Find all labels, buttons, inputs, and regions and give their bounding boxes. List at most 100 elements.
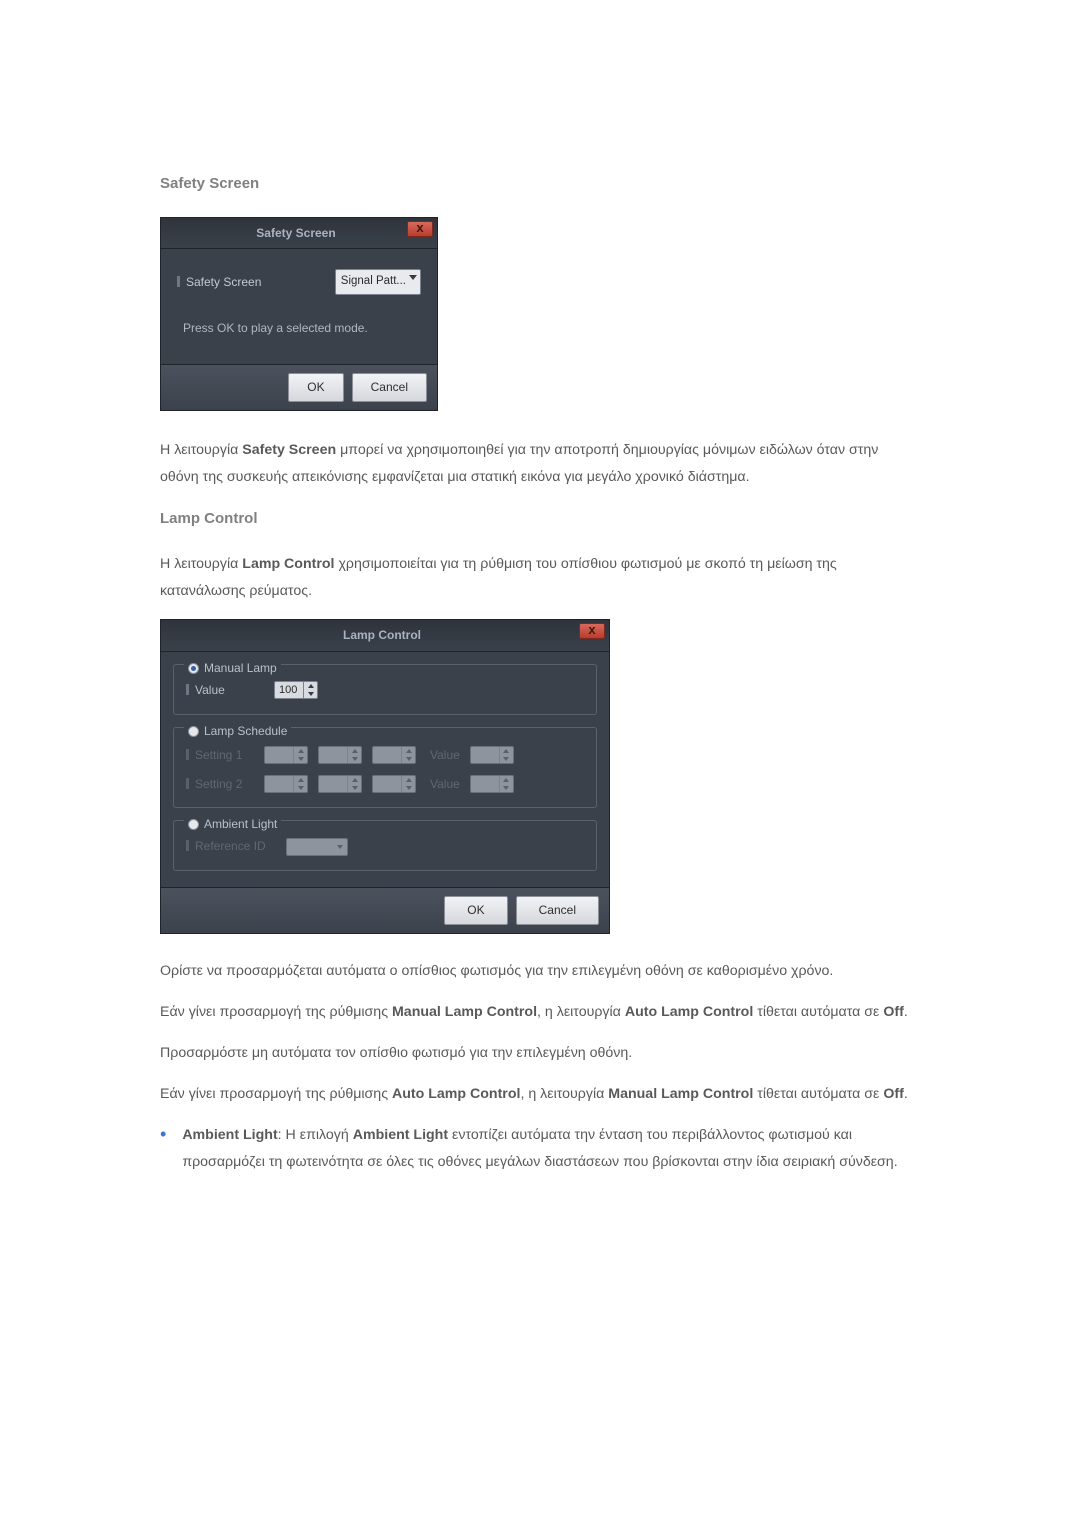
cancel-button[interactable]: Cancel: [352, 373, 427, 402]
safety-paragraph: Η λειτουργία Safety Screen μπορεί να χρη…: [160, 437, 920, 491]
group-title-text: Lamp Schedule: [204, 720, 287, 743]
manual-value-row: Value 100: [186, 679, 584, 702]
reference-id-combo: [286, 838, 348, 856]
value-label: Value: [430, 773, 460, 796]
setting2-hour-spinner: [264, 775, 308, 793]
dialog-body: Safety Screen Signal Patt... Press OK to…: [161, 249, 437, 364]
safety-screen-row: Safety Screen Signal Patt...: [177, 269, 421, 295]
text-bold: Ambient Light: [353, 1127, 448, 1143]
safety-screen-dialog: Safety Screen x Safety Screen Signal Pat…: [160, 217, 438, 411]
manual-lamp-group: Manual Lamp Value 100: [173, 664, 597, 715]
lamp-schedule-group-title: Lamp Schedule: [184, 720, 291, 743]
chevron-down-icon[interactable]: [304, 690, 317, 698]
setting1-hour-spinner: [264, 746, 308, 764]
chevron-up-icon: [402, 776, 415, 784]
value-label: Value: [430, 744, 460, 767]
lamp-control-dialog: Lamp Control x Manual Lamp Value 100 Lam…: [160, 619, 610, 934]
setting2-row: Setting 2 Value: [186, 773, 584, 796]
text-bold: Auto Lamp Control: [625, 1004, 753, 1020]
manual-lamp-radio[interactable]: [188, 663, 199, 674]
chevron-up-icon: [294, 776, 307, 784]
list-item: • Ambient Light: Η επιλογή Ambient Light…: [160, 1122, 920, 1176]
chevron-up-icon: [348, 747, 361, 755]
ambient-light-group-title: Ambient Light: [184, 813, 281, 836]
text: Εάν γίνει προσαρμογή της ρύθμισης: [160, 1004, 392, 1020]
text: , η λειτουργία: [520, 1086, 608, 1102]
safety-hint-text: Press OK to play a selected mode.: [177, 317, 421, 340]
reference-id-row: Reference ID: [186, 835, 584, 858]
manual-lamp-group-title: Manual Lamp: [184, 657, 281, 680]
close-icon[interactable]: x: [579, 623, 605, 639]
manual-value-spinner[interactable]: 100: [274, 681, 318, 699]
field-marker-icon: [186, 840, 189, 851]
field-marker-icon: [186, 749, 189, 760]
setting2-value-spinner: [470, 775, 514, 793]
text-bold: Manual Lamp Control: [608, 1086, 753, 1102]
group-title-text: Ambient Light: [204, 813, 277, 836]
safety-field-label-text: Safety Screen: [186, 275, 261, 289]
ambient-light-radio[interactable]: [188, 819, 199, 830]
safety-screen-field-label: Safety Screen: [177, 271, 261, 294]
label-text: Reference ID: [195, 839, 266, 853]
chevron-down-icon: [409, 275, 417, 280]
close-icon[interactable]: x: [407, 221, 433, 237]
dialog-footer: OK Cancel: [161, 887, 609, 933]
setting2-label: Setting 2: [186, 773, 254, 796]
chevron-down-icon: [500, 755, 513, 763]
manual-value-label: Value: [186, 679, 266, 702]
bullet-list: • Ambient Light: Η επιλογή Ambient Light…: [160, 1122, 920, 1176]
text-bold: Manual Lamp Control: [392, 1004, 537, 1020]
list-item-text: Ambient Light: Η επιλογή Ambient Light ε…: [182, 1122, 920, 1176]
setting1-row: Setting 1 Value: [186, 744, 584, 767]
chevron-down-icon: [402, 755, 415, 763]
label-text: Setting 2: [195, 777, 242, 791]
dialog-title-text: Safety Screen: [256, 222, 335, 245]
setting1-label: Setting 1: [186, 744, 254, 767]
ok-button[interactable]: OK: [444, 896, 507, 925]
label-text: Value: [195, 683, 225, 697]
chevron-down-icon: [348, 784, 361, 792]
text-bold: Lamp Control: [242, 556, 334, 572]
text: τίθεται αυτόματα σε: [753, 1086, 883, 1102]
lamp-schedule-group: Lamp Schedule Setting 1 Value Setting 2 …: [173, 727, 597, 809]
ambient-light-group: Ambient Light Reference ID: [173, 820, 597, 871]
safety-screen-combo[interactable]: Signal Patt...: [335, 269, 421, 295]
spinner-value: 100: [279, 680, 297, 701]
text: Εάν γίνει προσαρμογή της ρύθμισης: [160, 1086, 392, 1102]
field-marker-icon: [186, 778, 189, 789]
chevron-up-icon: [294, 747, 307, 755]
setting1-ampm-spinner: [372, 746, 416, 764]
combo-value: Signal Patt...: [341, 271, 406, 293]
spinner-arrows[interactable]: [303, 682, 317, 698]
dialog-titlebar: Safety Screen x: [161, 218, 437, 250]
text: : Η επιλογή: [278, 1127, 353, 1143]
field-marker-icon: [177, 276, 180, 287]
ok-button[interactable]: OK: [288, 373, 343, 402]
dialog-titlebar: Lamp Control x: [161, 620, 609, 652]
lamp-para3: Προσαρμόστε μη αυτόματα τον οπίσθιο φωτι…: [160, 1040, 920, 1067]
bullet-icon: •: [160, 1122, 166, 1176]
text: τίθεται αυτόματα σε: [753, 1004, 883, 1020]
lamp-control-heading: Lamp Control: [160, 505, 920, 534]
chevron-down-icon: [348, 755, 361, 763]
text: .: [904, 1004, 908, 1020]
lamp-schedule-radio[interactable]: [188, 726, 199, 737]
text: Η λειτουργία: [160, 442, 242, 458]
chevron-down-icon: [294, 784, 307, 792]
safety-screen-heading: Safety Screen: [160, 170, 920, 199]
text: , η λειτουργία: [537, 1004, 625, 1020]
chevron-down-icon: [500, 784, 513, 792]
cancel-button[interactable]: Cancel: [516, 896, 599, 925]
chevron-up-icon: [348, 776, 361, 784]
text-bold: Safety Screen: [242, 442, 336, 458]
dialog-footer: OK Cancel: [161, 364, 437, 410]
dialog-title-text: Lamp Control: [343, 624, 421, 647]
lamp-para4: Εάν γίνει προσαρμογή της ρύθμισης Auto L…: [160, 1081, 920, 1108]
lamp-intro-paragraph: Η λειτουργία Lamp Control χρησιμοποιείτα…: [160, 551, 920, 605]
lamp-para2: Εάν γίνει προσαρμογή της ρύθμισης Manual…: [160, 999, 920, 1026]
text-bold: Off: [883, 1086, 904, 1102]
chevron-up-icon[interactable]: [304, 682, 317, 690]
text-bold: Auto Lamp Control: [392, 1086, 520, 1102]
field-marker-icon: [186, 684, 189, 695]
chevron-down-icon: [402, 784, 415, 792]
